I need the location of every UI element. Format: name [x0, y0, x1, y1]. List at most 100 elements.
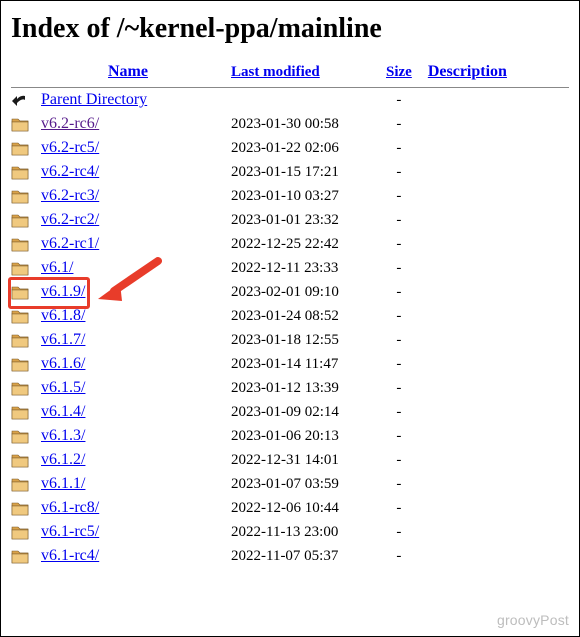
- folder-icon: [11, 237, 29, 251]
- modified-cell: 2023-01-15 17:21: [223, 160, 378, 184]
- sort-description[interactable]: Description: [428, 63, 507, 80]
- description-cell: [420, 136, 569, 160]
- directory-link[interactable]: v6.1.2/: [41, 451, 85, 468]
- directory-link[interactable]: v6.1.4/: [41, 403, 85, 420]
- modified-cell: 2022-12-31 14:01: [223, 448, 378, 472]
- directory-link[interactable]: v6.1.1/: [41, 475, 85, 492]
- folder-icon: [11, 117, 29, 131]
- description-cell: [420, 328, 569, 352]
- description-cell: [420, 280, 569, 304]
- size-cell: -: [378, 112, 420, 136]
- back-icon: [11, 93, 29, 107]
- directory-link[interactable]: v6.1-rc8/: [41, 499, 99, 516]
- description-cell: [420, 160, 569, 184]
- modified-cell: 2023-01-14 11:47: [223, 352, 378, 376]
- directory-link[interactable]: v6.1/: [41, 259, 73, 276]
- description-cell: [420, 208, 569, 232]
- description-cell: [420, 232, 569, 256]
- table-row: v6.1-rc4/2022-11-07 05:37-: [11, 544, 569, 568]
- description-cell: [420, 496, 569, 520]
- size-cell: -: [378, 520, 420, 544]
- modified-cell: 2023-01-30 00:58: [223, 112, 378, 136]
- directory-link[interactable]: v6.1.3/: [41, 427, 85, 444]
- table-row: v6.1.9/2023-02-01 09:10-: [11, 280, 569, 304]
- size-cell: -: [378, 280, 420, 304]
- size-cell: -: [378, 472, 420, 496]
- table-row: v6.1-rc5/2022-11-13 23:00-: [11, 520, 569, 544]
- directory-link[interactable]: v6.1.6/: [41, 355, 85, 372]
- table-row: v6.2-rc3/2023-01-10 03:27-: [11, 184, 569, 208]
- directory-link[interactable]: v6.1-rc5/: [41, 523, 99, 540]
- watermark: groovyPost: [497, 612, 569, 628]
- description-cell: [420, 472, 569, 496]
- table-row: v6.1.2/2022-12-31 14:01-: [11, 448, 569, 472]
- table-row: v6.1.6/2023-01-14 11:47-: [11, 352, 569, 376]
- directory-link[interactable]: v6.2-rc6/: [41, 115, 99, 132]
- size-cell: -: [378, 208, 420, 232]
- size-cell: -: [378, 544, 420, 568]
- folder-icon: [11, 261, 29, 275]
- directory-link[interactable]: v6.2-rc2/: [41, 211, 99, 228]
- table-row: v6.2-rc2/2023-01-01 23:32-: [11, 208, 569, 232]
- modified-cell: 2023-01-09 02:14: [223, 400, 378, 424]
- directory-link[interactable]: v6.1.7/: [41, 331, 85, 348]
- description-cell: [420, 112, 569, 136]
- size-cell: -: [378, 328, 420, 352]
- folder-icon: [11, 141, 29, 155]
- directory-link[interactable]: v6.2-rc1/: [41, 235, 99, 252]
- size-cell: -: [378, 160, 420, 184]
- description-cell: [420, 304, 569, 328]
- description-cell: [420, 256, 569, 280]
- modified-cell: 2023-01-01 23:32: [223, 208, 378, 232]
- sort-modified[interactable]: Last modified: [231, 64, 320, 80]
- table-row: v6.2-rc1/2022-12-25 22:42-: [11, 232, 569, 256]
- page-title: Index of /~kernel-ppa/mainline: [11, 13, 569, 45]
- directory-link[interactable]: v6.1.9/: [41, 283, 85, 300]
- size-cell: -: [378, 496, 420, 520]
- description-cell: [420, 376, 569, 400]
- size-cell: -: [378, 256, 420, 280]
- folder-icon: [11, 333, 29, 347]
- size-cell: -: [378, 448, 420, 472]
- size-cell: -: [378, 136, 420, 160]
- parent-size: -: [378, 88, 420, 112]
- modified-cell: 2023-01-18 12:55: [223, 328, 378, 352]
- folder-icon: [11, 213, 29, 227]
- table-row: v6.2-rc5/2023-01-22 02:06-: [11, 136, 569, 160]
- directory-link[interactable]: v6.2-rc5/: [41, 139, 99, 156]
- modified-cell: 2023-01-06 20:13: [223, 424, 378, 448]
- description-cell: [420, 184, 569, 208]
- table-row: v6.1.3/2023-01-06 20:13-: [11, 424, 569, 448]
- size-cell: -: [378, 424, 420, 448]
- folder-icon: [11, 429, 29, 443]
- folder-icon: [11, 189, 29, 203]
- sort-size[interactable]: Size: [386, 64, 412, 80]
- folder-icon: [11, 525, 29, 539]
- folder-icon: [11, 381, 29, 395]
- modified-cell: 2022-12-06 10:44: [223, 496, 378, 520]
- directory-link[interactable]: v6.1.8/: [41, 307, 85, 324]
- folder-icon: [11, 453, 29, 467]
- modified-cell: 2022-12-25 22:42: [223, 232, 378, 256]
- folder-icon: [11, 549, 29, 563]
- modified-cell: 2023-01-24 08:52: [223, 304, 378, 328]
- folder-icon: [11, 501, 29, 515]
- description-cell: [420, 400, 569, 424]
- size-cell: -: [378, 184, 420, 208]
- folder-icon: [11, 165, 29, 179]
- sort-name[interactable]: Name: [108, 63, 148, 80]
- description-cell: [420, 352, 569, 376]
- size-cell: -: [378, 400, 420, 424]
- directory-link[interactable]: v6.2-rc4/: [41, 163, 99, 180]
- parent-directory-link[interactable]: Parent Directory: [41, 91, 147, 108]
- folder-icon: [11, 405, 29, 419]
- modified-cell: 2022-11-07 05:37: [223, 544, 378, 568]
- description-cell: [420, 424, 569, 448]
- directory-link[interactable]: v6.1.5/: [41, 379, 85, 396]
- directory-link[interactable]: v6.1-rc4/: [41, 547, 99, 564]
- directory-link[interactable]: v6.2-rc3/: [41, 187, 99, 204]
- table-row: v6.2-rc6/2023-01-30 00:58-: [11, 112, 569, 136]
- table-row: v6.1.1/2023-01-07 03:59-: [11, 472, 569, 496]
- modified-cell: 2022-12-11 23:33: [223, 256, 378, 280]
- folder-icon: [11, 309, 29, 323]
